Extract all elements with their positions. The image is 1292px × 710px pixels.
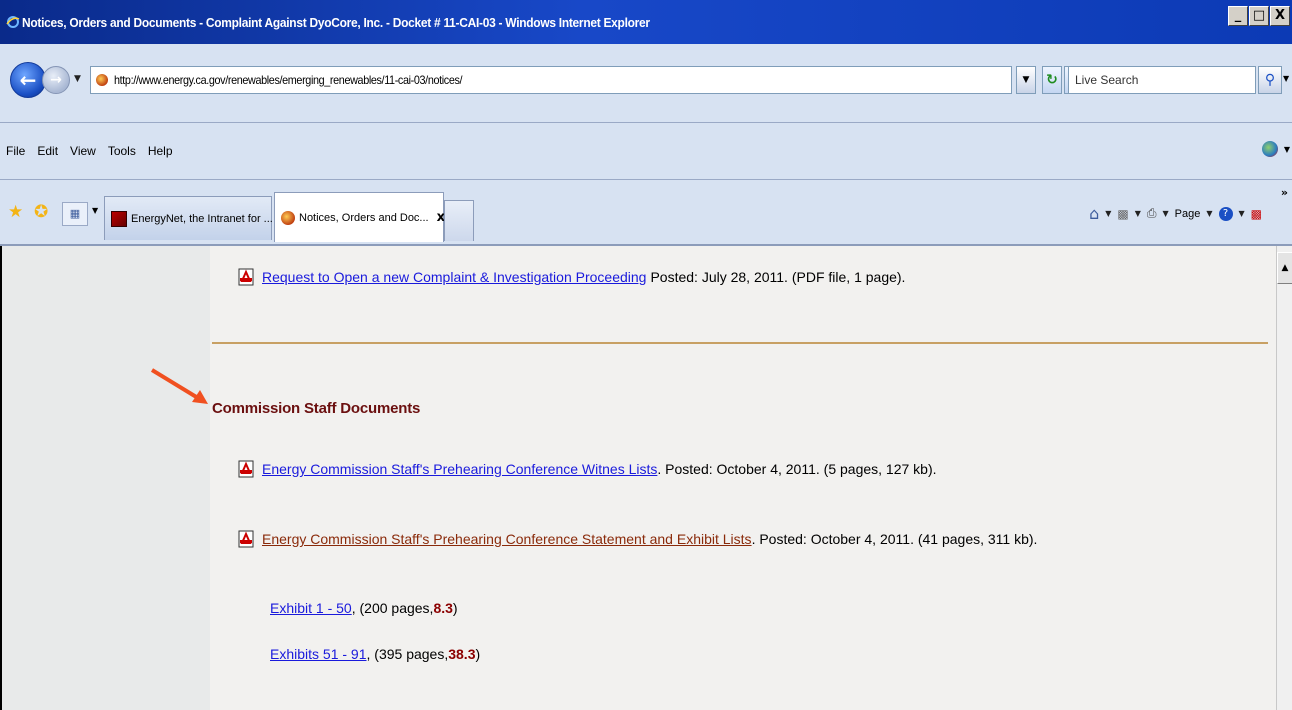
back-button[interactable]: ← [10,62,46,98]
page-favicon-icon [96,74,108,86]
page-content: Request to Open a new Complaint & Invest… [0,246,1292,710]
tab-bar: ★ ✪ ▦ ▼ EnergyNet, the Intranet for ... … [0,180,1292,246]
exhibit-close: ) [452,600,458,616]
home-icon[interactable]: ⌂ [1089,204,1099,223]
pdf-icon [238,530,254,548]
globe-dropdown-icon[interactable]: ▼ [1284,145,1290,154]
exhibit-1-50-link[interactable]: Exhibit 1 - 50 [270,600,352,616]
notices-favicon-icon [281,210,295,225]
url-text[interactable]: http://www.energy.ca.gov/renewables/emer… [114,73,463,87]
print-dropdown-icon[interactable]: ▼ [1162,209,1168,218]
globe-icon[interactable] [1262,141,1278,157]
new-tab-button[interactable] [444,200,474,241]
exhibit-entry: Exhibits 51 - 91 , (395 pages, 38.3 ) [270,646,480,662]
add-favorites-icon[interactable]: ✪ [34,202,48,222]
research-icon[interactable]: ▩ [1251,207,1262,221]
exhibit-pages: , (200 pages, [351,600,434,616]
page-dropdown-icon[interactable]: ▼ [1206,209,1212,218]
search-input[interactable] [1073,72,1247,88]
red-arrow-annotation [150,368,208,404]
document-entry: Energy Commission Staff's Prehearing Con… [238,460,937,478]
vertical-scrollbar[interactable]: ▲ [1276,246,1292,710]
maximize-button[interactable]: □ [1249,6,1269,26]
pdf-icon [238,460,254,478]
section-heading: Commission Staff Documents [212,400,421,417]
tab-label: Notices, Orders and Doc... [299,211,429,224]
address-toolbar: ← → ▼ http://www.energy.ca.gov/renewable… [0,44,1292,123]
help-dropdown-icon[interactable]: ▼ [1239,209,1245,218]
search-icon[interactable]: ⚲ [1258,66,1282,94]
main-panel [210,246,1276,710]
help-icon[interactable]: ? [1218,206,1233,221]
menu-file[interactable]: File [6,144,25,158]
exhibits-51-91-link[interactable]: Exhibits 51 - 91 [270,646,367,662]
request-complaint-link[interactable]: Request to Open a new Complaint & Invest… [262,269,646,285]
minimize-button[interactable]: _ [1228,6,1248,26]
left-sidebar [2,246,210,710]
exhibit-size: 38.3 [448,646,476,662]
exhibit-entry: Exhibit 1 - 50 , (200 pages, 8.3 ) [270,600,458,616]
title-bar: Notices, Orders and Documents - Complain… [0,0,1292,44]
home-dropdown-icon[interactable]: ▼ [1105,209,1111,218]
menu-edit[interactable]: Edit [37,144,58,158]
search-field[interactable] [1068,66,1256,94]
document-details: . Posted: October 4, 2011. (41 pages, 31… [751,531,1038,547]
energynet-favicon-icon [111,210,127,227]
address-dropdown-button[interactable]: ▼ [1016,66,1036,94]
document-details: . Posted: October 4, 2011. (5 pages, 127… [657,461,937,477]
window-controls: _ □ X [1228,6,1290,26]
quick-tabs-icon[interactable]: ▦ [62,202,88,226]
statement-exhibit-lists-link[interactable]: Energy Commission Staff's Prehearing Con… [262,531,752,547]
section-divider [212,342,1268,344]
exhibit-close: ) [475,646,481,662]
exhibit-pages: , (395 pages, [366,646,449,662]
window-title: Notices, Orders and Documents - Complain… [22,14,650,30]
print-icon[interactable]: ⎙ [1147,206,1157,221]
address-field[interactable]: http://www.energy.ca.gov/renewables/emer… [90,66,1012,94]
document-details: Posted: July 28, 2011. (PDF file, 1 page… [650,269,906,285]
menu-bar: File Edit View Tools Help ▼ [0,123,1292,180]
search-options-dropdown-icon[interactable]: ▼ [1283,74,1289,83]
pdf-icon [238,268,254,286]
more-chevron-icon[interactable]: » [1281,186,1288,199]
page-menu[interactable]: Page [1175,208,1201,220]
refresh-button[interactable]: ↻ [1042,66,1062,94]
close-button[interactable]: X [1270,6,1290,26]
menu-help[interactable]: Help [148,144,173,158]
tab-label: EnergyNet, the Intranet for ... [131,212,273,225]
ie-icon [6,16,20,28]
feeds-icon[interactable]: ▩ [1117,207,1128,221]
tab-list-dropdown-icon[interactable]: ▼ [92,206,98,215]
exhibit-size: 8.3 [433,600,453,616]
forward-button[interactable]: → [42,66,70,94]
witness-lists-link[interactable]: Energy Commission Staff's Prehearing Con… [262,461,657,477]
favorites-star-icon[interactable]: ★ [8,202,23,222]
history-dropdown-icon[interactable]: ▼ [74,74,81,84]
command-bar: ⌂ ▼ ▩ ▼ ⎙ ▼ Page ▼ ? ▼ ▩ [1089,204,1262,223]
menu-view[interactable]: View [70,144,96,158]
scroll-up-button[interactable]: ▲ [1277,252,1292,284]
document-entry: Energy Commission Staff's Prehearing Con… [238,530,1037,548]
document-entry: Request to Open a new Complaint & Invest… [238,268,905,286]
tab-notices[interactable]: Notices, Orders and Doc... x [274,192,445,242]
feeds-dropdown-icon[interactable]: ▼ [1135,209,1141,218]
tab-energynet[interactable]: EnergyNet, the Intranet for ... [104,196,273,240]
menu-tools[interactable]: Tools [108,144,136,158]
